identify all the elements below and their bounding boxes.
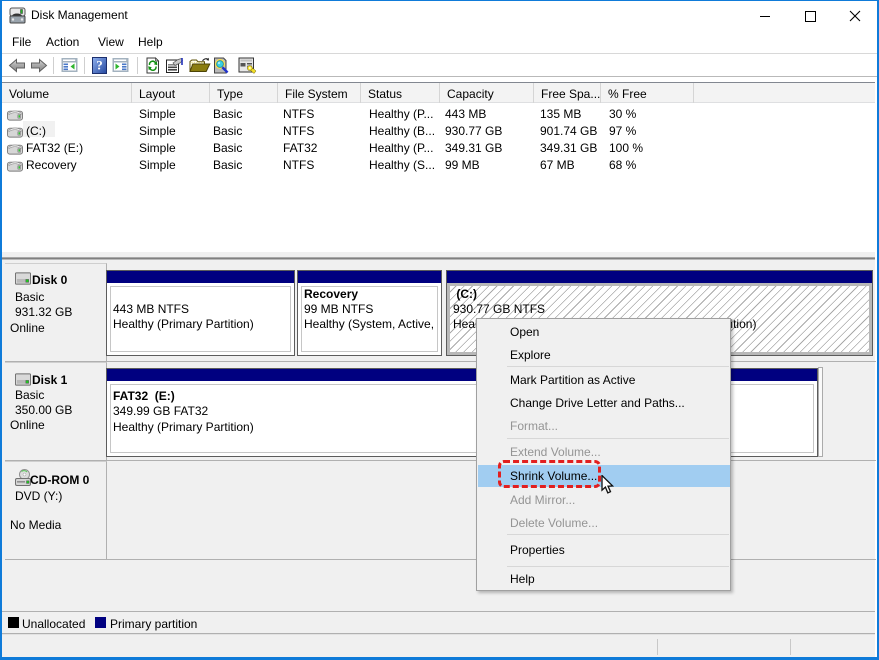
- svg-text:?: ?: [96, 58, 103, 73]
